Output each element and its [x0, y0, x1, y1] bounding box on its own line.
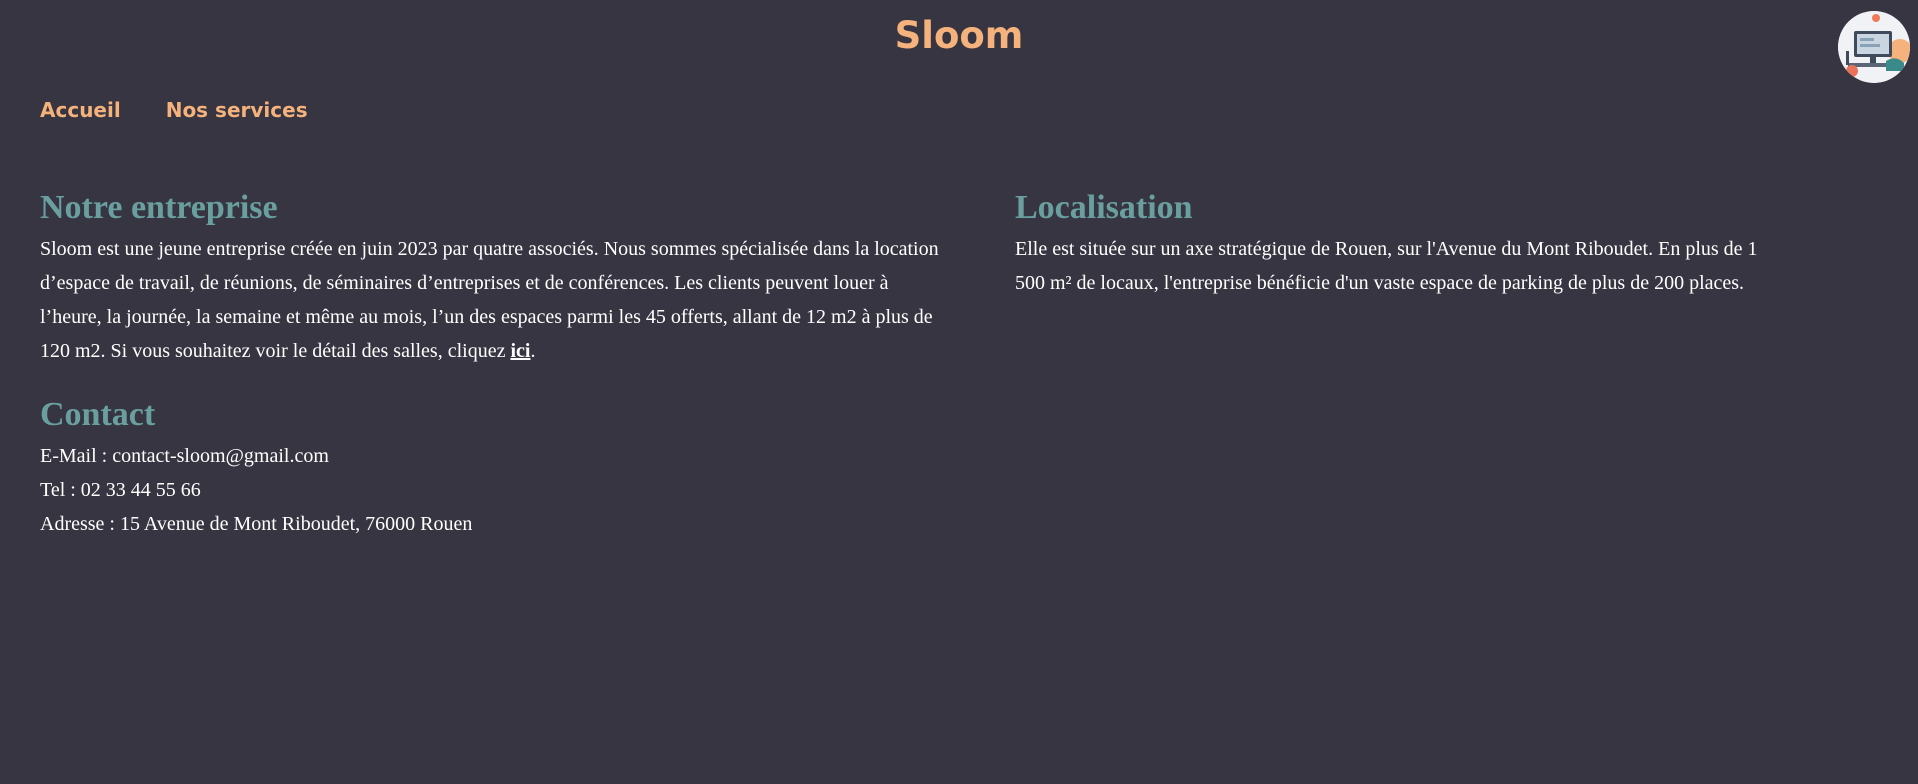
salles-detail-link[interactable]: ici — [510, 340, 530, 362]
contact-section: Contact E-Mail : contact-sloom@gmail.com… — [40, 393, 940, 541]
entreprise-section: Notre entreprise Sloom est une jeune ent… — [40, 186, 940, 368]
localisation-description: Elle est située sur un axe stratégique d… — [1015, 238, 1758, 294]
entreprise-text: Sloom est une jeune entreprise créée en … — [40, 238, 939, 362]
contact-email: E-Mail : contact-sloom@gmail.com — [40, 445, 329, 467]
localisation-heading: Localisation — [1015, 189, 1193, 226]
nav-item-nos-services[interactable]: Nos services — [166, 96, 308, 124]
entreprise-description: Sloom est une jeune entreprise créée en … — [40, 232, 940, 368]
nav-item-accueil[interactable]: Accueil — [40, 96, 121, 124]
contact-phone: Tel : 02 33 44 55 66 — [40, 479, 201, 501]
contact-address: Adresse : 15 Avenue de Mont Riboudet, 76… — [40, 513, 473, 535]
main-nav: Accueil Nos services — [40, 96, 308, 124]
workspace-illustration-icon — [1838, 11, 1910, 83]
site-title: Sloom — [894, 14, 1024, 57]
contact-heading: Contact — [40, 396, 156, 433]
entreprise-text-end: . — [530, 340, 536, 362]
localisation-section: Localisation Elle est située sur un axe … — [1015, 186, 1775, 300]
entreprise-heading: Notre entreprise — [40, 189, 278, 226]
